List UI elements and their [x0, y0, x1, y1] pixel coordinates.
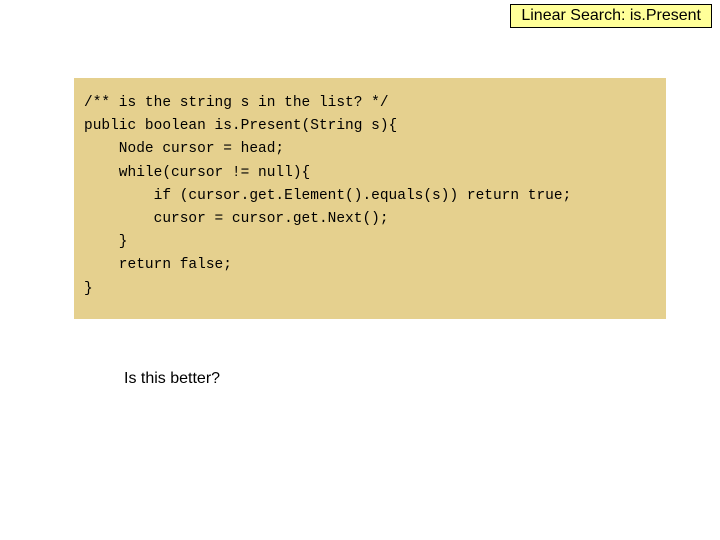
question-text: Is this better?	[124, 370, 220, 388]
slide-title: Linear Search: is.Present	[510, 4, 712, 28]
code-block: /** is the string s in the list? */ publ…	[74, 78, 666, 319]
